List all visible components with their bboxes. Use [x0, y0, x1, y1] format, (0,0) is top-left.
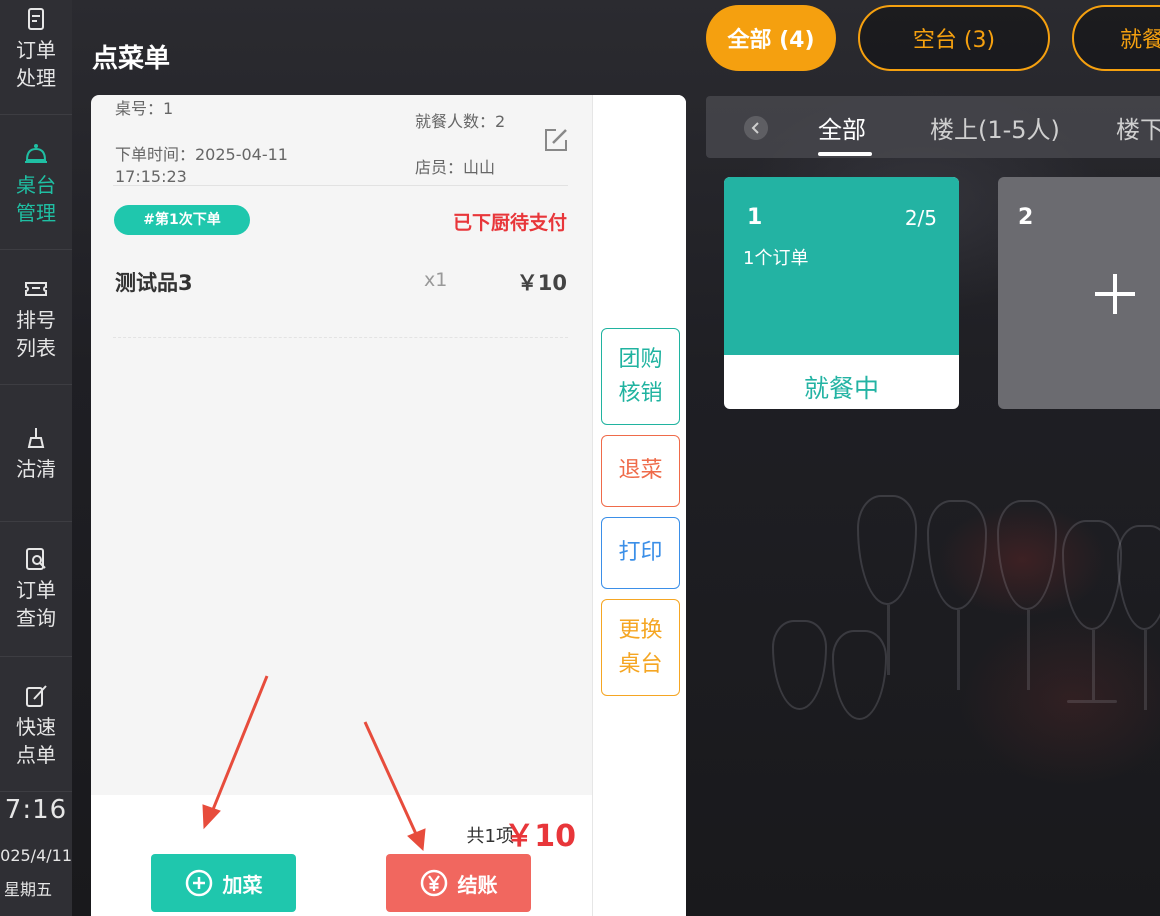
action-column: 团购核销 退菜 打印 更换桌台	[592, 95, 686, 916]
plus-circle-icon	[185, 869, 212, 897]
ticket-icon	[25, 282, 47, 296]
table-card[interactable]: 2	[998, 177, 1160, 409]
divider	[113, 185, 568, 186]
sidebar-item-label: 订单查询	[16, 578, 56, 630]
item-name: 测试品3	[115, 271, 193, 295]
tab-upstairs[interactable]: 楼上(1-5人)	[930, 110, 1060, 145]
sidebar-item-table-management[interactable]: 桌台管理	[0, 115, 72, 250]
clock-time: 7:16	[4, 795, 68, 825]
table-number: 1	[747, 205, 763, 230]
sidebar-item-quick-order[interactable]: 快速点单	[0, 657, 72, 792]
table-order-count: 1个订单	[743, 248, 809, 269]
table-card-header: 1 2/5 1个订单	[724, 177, 959, 355]
sidebar-item-label: 订单处理	[16, 38, 56, 90]
sidebar-item-order-query[interactable]: 订单查询	[0, 522, 72, 657]
table-number: 桌号：1	[115, 99, 174, 118]
edit-icon[interactable]	[542, 126, 570, 154]
plus-icon	[1095, 274, 1135, 314]
sidebar-item-label: 沽清	[16, 457, 56, 481]
checkout-label: 结账	[457, 872, 498, 897]
page-title: 点菜单	[92, 44, 171, 74]
tab-downstairs[interactable]: 楼下	[1116, 110, 1160, 145]
tab-all[interactable]: 全部	[818, 110, 866, 145]
sidebar: 订单处理 桌台管理 排号列表 沽清 订单查询 快速点单 7:16 025/4/1…	[0, 0, 72, 916]
sidebar-item-label: 排号列表	[16, 308, 56, 360]
table-number: 2	[1018, 205, 1034, 230]
table-service-icon	[25, 144, 47, 163]
sidebar-item-sold-out[interactable]: 沽清	[0, 385, 72, 522]
order-time: 下单时间：2025-04-11	[115, 145, 288, 164]
sidebar-item-label: 桌台管理	[16, 173, 56, 225]
order-icon	[28, 8, 44, 30]
area-tabs: 全部 楼上(1-5人) 楼下	[706, 96, 1160, 158]
print-button[interactable]: 打印	[601, 517, 680, 589]
table-state: 就餐中	[803, 374, 879, 403]
total-amount: ￥10	[504, 819, 576, 854]
diner-count: 就餐人数：2	[415, 112, 506, 131]
order-panel: 桌号：1 就餐人数：2 下单时间：2025-04-11 17:15:23 店员：…	[91, 95, 686, 916]
filter-empty-button[interactable]: 空台 (3)	[858, 5, 1050, 71]
sidebar-item-order-processing[interactable]: 订单处理	[0, 0, 72, 115]
sidebar-item-label: 快速点单	[16, 715, 56, 767]
order-search-icon	[26, 548, 46, 570]
divider	[113, 337, 568, 338]
batch-tag: #第1次下单	[114, 205, 250, 235]
table-seats: 2/5	[904, 206, 937, 230]
order-footer: 共1项 ￥10 加菜 结账	[91, 795, 592, 916]
item-price: ￥10	[516, 271, 567, 295]
order-time-clock: 17:15:23	[115, 167, 187, 186]
clock-date: 025/4/11	[0, 846, 72, 865]
table-card[interactable]: 1 2/5 1个订单 就餐中	[724, 177, 959, 409]
group-voucher-button[interactable]: 团购核销	[601, 328, 680, 425]
add-dish-label: 加菜	[222, 872, 263, 897]
change-table-button[interactable]: 更换桌台	[601, 599, 680, 696]
clock-weekday: 星期五	[3, 880, 52, 899]
tab-indicator	[818, 152, 872, 156]
order-status: 已下厨待支付	[452, 212, 567, 234]
item-qty: x1	[424, 269, 448, 291]
add-dish-button[interactable]: 加菜	[151, 854, 296, 912]
checkout-button[interactable]: 结账	[386, 854, 531, 912]
staff-name: 店员：山山	[415, 158, 496, 177]
sidebar-item-queue-list[interactable]: 排号列表	[0, 250, 72, 385]
yen-circle-icon	[420, 869, 447, 897]
return-dish-button[interactable]: 退菜	[601, 435, 680, 507]
filter-dining-button[interactable]: 就餐	[1072, 5, 1160, 71]
chevron-left-icon[interactable]	[744, 116, 768, 140]
broom-icon	[27, 428, 45, 448]
quick-order-icon	[26, 685, 47, 707]
filter-all-button[interactable]: 全部 (4)	[706, 5, 836, 71]
